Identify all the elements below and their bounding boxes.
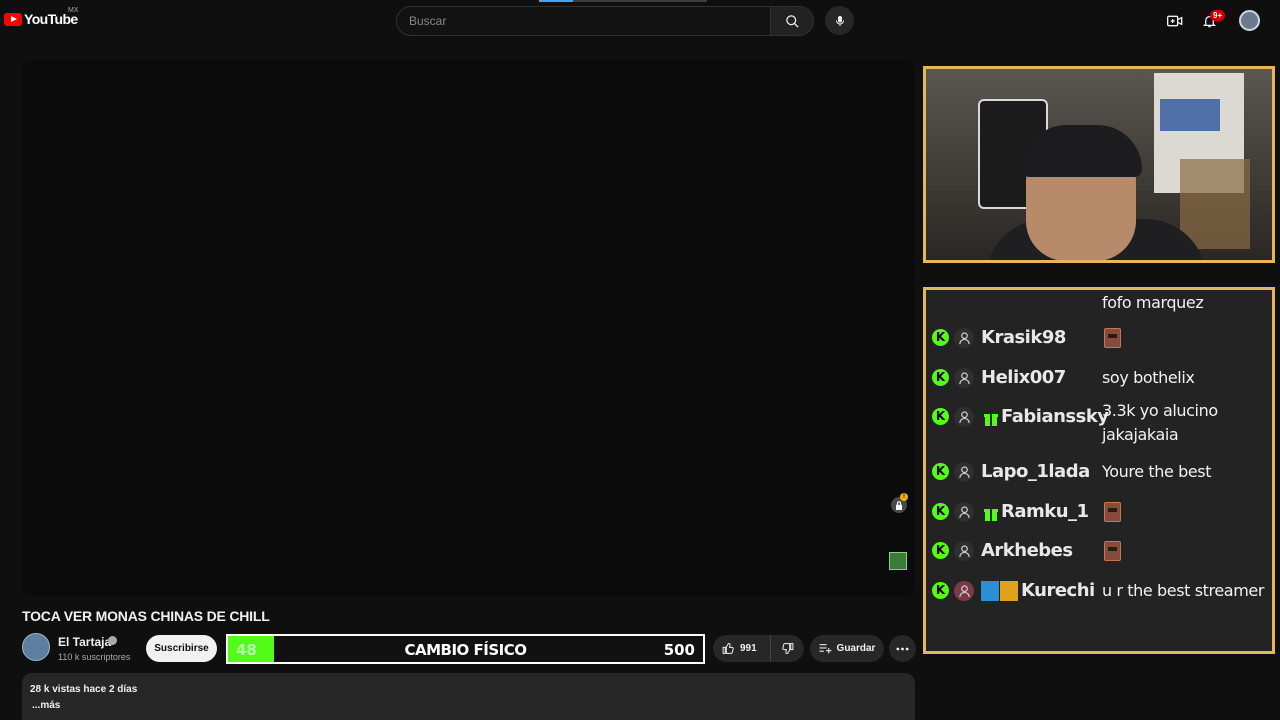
voice-search-button[interactable] [825, 6, 854, 35]
sword-badge-icon [981, 581, 999, 601]
notifications-badge: 9+ [1210, 10, 1226, 21]
emote-thumbnail-icon[interactable] [889, 552, 907, 570]
kick-badge-icon: K [932, 463, 949, 480]
webcam-overlay [923, 66, 1275, 263]
chat-username[interactable]: Helix007 [981, 367, 1066, 388]
kick-badge-icon: K [932, 542, 949, 559]
chat-message: K Ramku_1 [932, 500, 1272, 530]
microphone-icon [835, 15, 844, 26]
user-icon [954, 368, 974, 388]
chat-emote-icon [1104, 328, 1121, 348]
more-horizontal-icon [896, 647, 909, 650]
chat-message: K Kurechi u r the best streamer [932, 579, 1272, 609]
create-video-icon [1167, 15, 1183, 27]
user-icon [954, 541, 974, 561]
chat-emote-icon [1104, 502, 1121, 522]
more-actions-button[interactable] [889, 635, 916, 662]
thumbs-up-icon [722, 643, 734, 654]
youtube-play-icon [4, 12, 22, 26]
like-button[interactable]: 991 [713, 635, 771, 662]
description-box[interactable]: 28 k vistas hace 2 días ...más [22, 673, 915, 720]
video-player[interactable] [22, 60, 915, 596]
save-button[interactable]: Guardar [810, 635, 884, 662]
chat-username[interactable]: Fabianssky [1001, 406, 1109, 427]
goal-progress-bar: 48 CAMBIO FÍSICO 500 [226, 634, 705, 664]
chat-message-text: soy bothelix [1102, 368, 1195, 387]
user-icon [954, 462, 974, 482]
gift-badge-icon [984, 411, 998, 427]
dislike-button[interactable] [771, 642, 804, 655]
chat-username[interactable]: Lapo_1lada [981, 461, 1090, 482]
chat-message: K Krasik98 [932, 326, 1272, 356]
channel-avatar[interactable] [22, 633, 50, 661]
thumbs-down-icon [782, 643, 794, 654]
create-button[interactable] [1164, 10, 1186, 32]
chat-message-text: Youre the best [1102, 462, 1212, 481]
region-code: MX [68, 7, 79, 14]
view-count-date: 28 k vistas hace 2 días [30, 684, 138, 695]
chat-message-text: 3.3k yo alucino [1102, 401, 1218, 420]
chat-username[interactable]: Arkhebes [981, 540, 1073, 561]
chat-partial-message: fofo marquez [1102, 293, 1204, 312]
subscriber-count: 110 k suscriptores [58, 652, 131, 662]
search-input[interactable]: Buscar [396, 6, 770, 36]
chat-emote-icon [1104, 541, 1121, 561]
user-icon [954, 407, 974, 427]
account-avatar[interactable] [1239, 10, 1260, 31]
kick-badge-icon: K [932, 408, 949, 425]
kick-badge-icon: K [932, 329, 949, 346]
gift-badge-icon [984, 506, 998, 522]
youtube-logo[interactable]: YouTube MX [4, 7, 79, 27]
page-load-progress-fill [539, 0, 573, 2]
page-load-progress [539, 0, 707, 2]
lock-icon [896, 500, 902, 510]
save-label: Guardar [836, 643, 876, 654]
kick-badge-icon: K [932, 369, 949, 386]
search-bar: Buscar [396, 6, 814, 36]
like-count: 991 [740, 643, 757, 654]
chat-username[interactable]: Krasik98 [981, 327, 1066, 348]
user-icon [954, 328, 974, 348]
crown-badge-icon [1000, 581, 1018, 601]
verified-icon [108, 636, 117, 645]
alert-badge-icon: ! [900, 493, 908, 501]
chat-message: K Arkhebes [932, 539, 1272, 569]
subscribe-button[interactable]: Suscribirse [146, 635, 217, 662]
chat-message: K Fabianssky 3.3k yo alucino jakajakaia [932, 401, 1272, 444]
chat-message: K Lapo_1lada Youre the best [932, 460, 1272, 490]
background-posters [1160, 99, 1220, 131]
search-button[interactable] [770, 6, 814, 36]
chat-message-text: jakajakaia [1102, 425, 1179, 444]
video-title: TOCA VER MONAS CHINAS DE CHILL [22, 608, 270, 624]
user-icon [954, 581, 974, 601]
goal-label: CAMBIO FÍSICO [404, 641, 527, 659]
chat-message: K Helix007 soy bothelix [932, 366, 1272, 396]
like-dislike-group: 991 [713, 635, 804, 662]
chat-username[interactable]: Ramku_1 [1001, 501, 1089, 522]
chat-username[interactable]: Kurechi [1021, 580, 1095, 601]
streamer-hair [1022, 125, 1142, 177]
user-icon [954, 502, 974, 522]
kick-badge-icon: K [932, 503, 949, 520]
show-more-link[interactable]: ...más [32, 700, 60, 711]
chat-overlay: fofo marquez K Krasik98 K Helix007 soy bothe… [923, 287, 1275, 654]
chat-message-text: u r the best streamer [1102, 581, 1265, 600]
kick-badge-icon: K [932, 582, 949, 599]
channel-name[interactable]: El Tartaja [58, 635, 111, 649]
goal-target: 500 [663, 641, 695, 659]
search-icon [785, 14, 799, 28]
playlist-add-icon [819, 644, 832, 654]
background-chair [1180, 159, 1250, 249]
